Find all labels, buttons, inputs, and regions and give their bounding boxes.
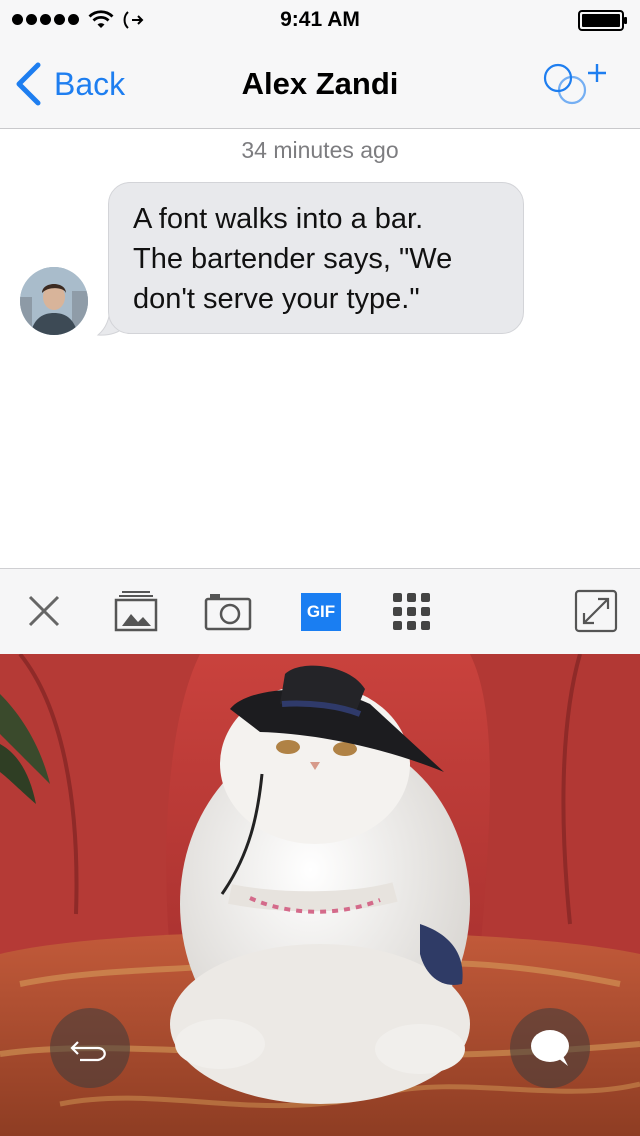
back-button[interactable]: Back: [14, 61, 125, 107]
undo-button[interactable]: [50, 1008, 130, 1088]
message-bubble[interactable]: A font walks into a bar. The bartender s…: [108, 182, 524, 334]
back-label: Back: [54, 65, 126, 102]
avatar[interactable]: [20, 267, 88, 335]
chevron-left-icon: [16, 62, 41, 106]
status-bar: 9:41 AM: [0, 0, 640, 40]
send-gif-button[interactable]: [510, 1008, 590, 1088]
expand-icon[interactable]: [574, 589, 618, 633]
gif-button[interactable]: GIF: [301, 593, 341, 631]
grid-apps-icon[interactable]: [390, 589, 434, 633]
message-line: A font walks into a bar.: [133, 203, 424, 235]
add-to-group-icon[interactable]: [540, 58, 610, 110]
message-line: The bartender says, "We: [133, 243, 453, 275]
battery-icon: [578, 10, 627, 31]
status-time: 9:41 AM: [280, 8, 360, 31]
attachment-toolbar: GIF: [0, 568, 640, 654]
undo-icon: [70, 1041, 106, 1062]
navigation-bar: Back Alex Zandi: [0, 40, 640, 129]
conversation-title: Alex Zandi: [241, 66, 399, 101]
message-timestamp: 34 minutes ago: [241, 137, 399, 163]
photo-gallery-icon[interactable]: [114, 589, 158, 633]
chat-bubble-icon: [531, 1030, 569, 1066]
camera-icon[interactable]: [204, 589, 252, 633]
message-line: don't serve your type.": [133, 283, 420, 315]
close-icon[interactable]: [26, 589, 62, 633]
